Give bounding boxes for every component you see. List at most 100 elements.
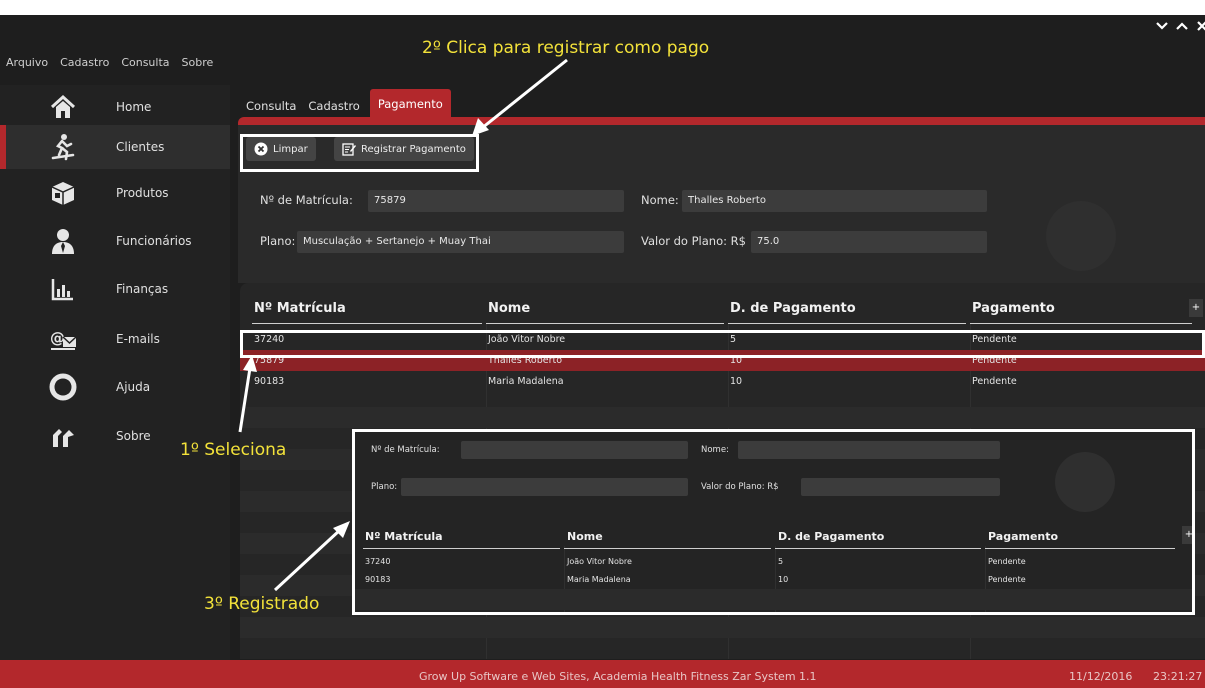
sidebar-item-emails[interactable]: @ E-mails — [0, 317, 230, 361]
window-controls — [1155, 19, 1205, 33]
sidebar-item-clientes[interactable]: Clientes — [0, 125, 230, 169]
valor-field[interactable]: 75.0 — [751, 231, 987, 253]
annotation-step1: 1º Seleciona — [180, 440, 287, 460]
header-underline — [970, 323, 1192, 324]
inset-plano-field[interactable] — [401, 478, 688, 496]
runner-icon — [48, 132, 78, 162]
annotation-step3: 3º Registrado — [204, 594, 320, 614]
tab-cadastro[interactable]: Cadastro — [302, 93, 365, 119]
inset-column-header-pagamento: Pagamento — [988, 530, 1059, 543]
plano-label: Plano: — [260, 234, 296, 248]
status-bar: Grow Up Software e Web Sites, Academia H… — [0, 660, 1205, 688]
menu-consulta[interactable]: Consulta — [121, 56, 169, 69]
inset-matricula-field[interactable] — [461, 441, 688, 459]
inset-nome-label: Nome: — [701, 445, 729, 455]
highlight-selected-row — [240, 330, 1205, 358]
nome-field[interactable]: Thalles Roberto — [682, 190, 987, 212]
inset-plano-label: Plano: — [371, 482, 398, 492]
table-row[interactable]: 90183 Maria Madalena 10 Pendente — [240, 371, 1205, 392]
column-header-matricula[interactable]: Nº Matrícula — [254, 301, 346, 316]
cell-matricula: 90183 — [254, 376, 285, 387]
svg-text:@: @ — [50, 329, 65, 347]
sidebar: Home Clientes Produtos Funcionários Fina… — [0, 85, 230, 660]
matricula-field[interactable]: 75879 — [368, 190, 624, 212]
header-underline — [363, 548, 560, 549]
plano-field[interactable]: Musculação + Sertanejo + Muay Thai — [297, 231, 624, 253]
header-underline — [486, 323, 724, 324]
cell-nome: João Vitor Nobre — [567, 557, 632, 566]
annotation-step2: 2º Clica para registrar como pago — [422, 38, 710, 58]
menu-cadastro[interactable]: Cadastro — [60, 56, 109, 69]
maximize-icon[interactable] — [1175, 19, 1189, 33]
tab-bar: Consulta Cadastro Pagamento — [240, 89, 451, 119]
inset-valor-field[interactable] — [801, 478, 1000, 496]
cell-status: Pendente — [988, 575, 1026, 584]
inset-column-header-nome: Nome — [567, 530, 603, 543]
ghost-avatar-icon — [1046, 201, 1116, 271]
inset-column-header-dia: D. de Pagamento — [778, 530, 885, 543]
menu-sobre[interactable]: Sobre — [182, 56, 214, 69]
result-inset: Nº de Matrícula: Nome: Plano: Valor do P… — [352, 429, 1195, 615]
cell-matricula: 37240 — [365, 557, 391, 566]
sidebar-item-label: Clientes — [116, 140, 165, 154]
cell-dia: 10 — [730, 376, 743, 387]
minimize-icon[interactable] — [1155, 19, 1169, 33]
add-column-button[interactable]: + — [1189, 299, 1203, 317]
cell-dia: 10 — [778, 575, 789, 584]
bar-chart-icon — [48, 274, 78, 304]
inset-table-row: 37240 João Vitor Nobre 5 Pendente — [355, 552, 1192, 569]
header-underline — [775, 548, 981, 549]
inset-table-header: Nº Matrícula Nome D. de Pagamento Pagame… — [355, 526, 1192, 554]
inset-nome-field[interactable] — [738, 441, 1000, 459]
header-underline — [985, 548, 1175, 549]
header-underline — [252, 323, 482, 324]
tab-consulta[interactable]: Consulta — [240, 93, 302, 119]
tab-pagamento[interactable]: Pagamento — [369, 89, 451, 119]
inset-add-column-button: + — [1182, 526, 1192, 544]
inset-matricula-label: Nº de Matrícula: — [371, 445, 440, 455]
cell-nome: Maria Madalena — [567, 575, 631, 584]
employee-icon — [48, 226, 78, 256]
sidebar-item-label: E-mails — [116, 332, 160, 346]
inset-table-row: 90183 Maria Madalena 10 Pendente — [355, 570, 1192, 587]
tab-underline — [238, 117, 1205, 125]
empty-row — [240, 617, 1205, 638]
sidebar-item-label: Funcionários — [116, 234, 192, 248]
payment-form: Nº de Matrícula: 75879 Nome: Thalles Rob… — [238, 171, 1205, 283]
menu-arquivo[interactable]: Arquivo — [6, 56, 48, 69]
box-icon — [48, 178, 78, 208]
matricula-label: Nº de Matrícula: — [260, 193, 353, 207]
footer-date: 11/12/2016 — [1069, 670, 1133, 683]
email-icon: @ — [48, 324, 78, 354]
highlight-register-button — [240, 134, 479, 172]
cell-nome: Maria Madalena — [488, 376, 564, 387]
sidebar-item-produtos[interactable]: Produtos — [0, 171, 230, 215]
valor-label: Valor do Plano: R$ — [641, 234, 746, 248]
sidebar-item-label: Home — [116, 100, 152, 114]
header-underline — [728, 323, 966, 324]
sidebar-item-funcionarios[interactable]: Funcionários — [0, 219, 230, 263]
column-header-dia[interactable]: D. de Pagamento — [730, 301, 856, 316]
header-underline — [564, 548, 771, 549]
cell-matricula: 90183 — [365, 575, 391, 584]
sidebar-item-ajuda[interactable]: Ajuda — [0, 365, 230, 409]
cell-status: Pendente — [988, 557, 1026, 566]
empty-row — [355, 589, 1192, 610]
close-icon[interactable] — [1195, 19, 1205, 33]
home-icon — [48, 92, 78, 122]
column-header-pagamento[interactable]: Pagamento — [972, 301, 1055, 316]
sidebar-item-label: Sobre — [116, 429, 151, 443]
sidebar-item-financas[interactable]: Finanças — [0, 267, 230, 311]
tools-icon — [48, 420, 78, 450]
footer-credits: Grow Up Software e Web Sites, Academia H… — [419, 670, 817, 683]
sidebar-item-home[interactable]: Home — [0, 85, 230, 129]
inset-valor-label: Valor do Plano: R$ — [701, 482, 779, 492]
column-header-nome[interactable]: Nome — [488, 301, 530, 316]
sidebar-item-label: Finanças — [116, 282, 169, 296]
lifebuoy-icon — [48, 372, 78, 402]
sidebar-item-label: Produtos — [116, 186, 169, 200]
menu-bar: Arquivo Cadastro Consulta Sobre — [6, 56, 213, 69]
ghost-avatar-icon — [1055, 452, 1115, 512]
cell-status: Pendente — [972, 376, 1017, 387]
sidebar-item-label: Ajuda — [116, 380, 151, 394]
